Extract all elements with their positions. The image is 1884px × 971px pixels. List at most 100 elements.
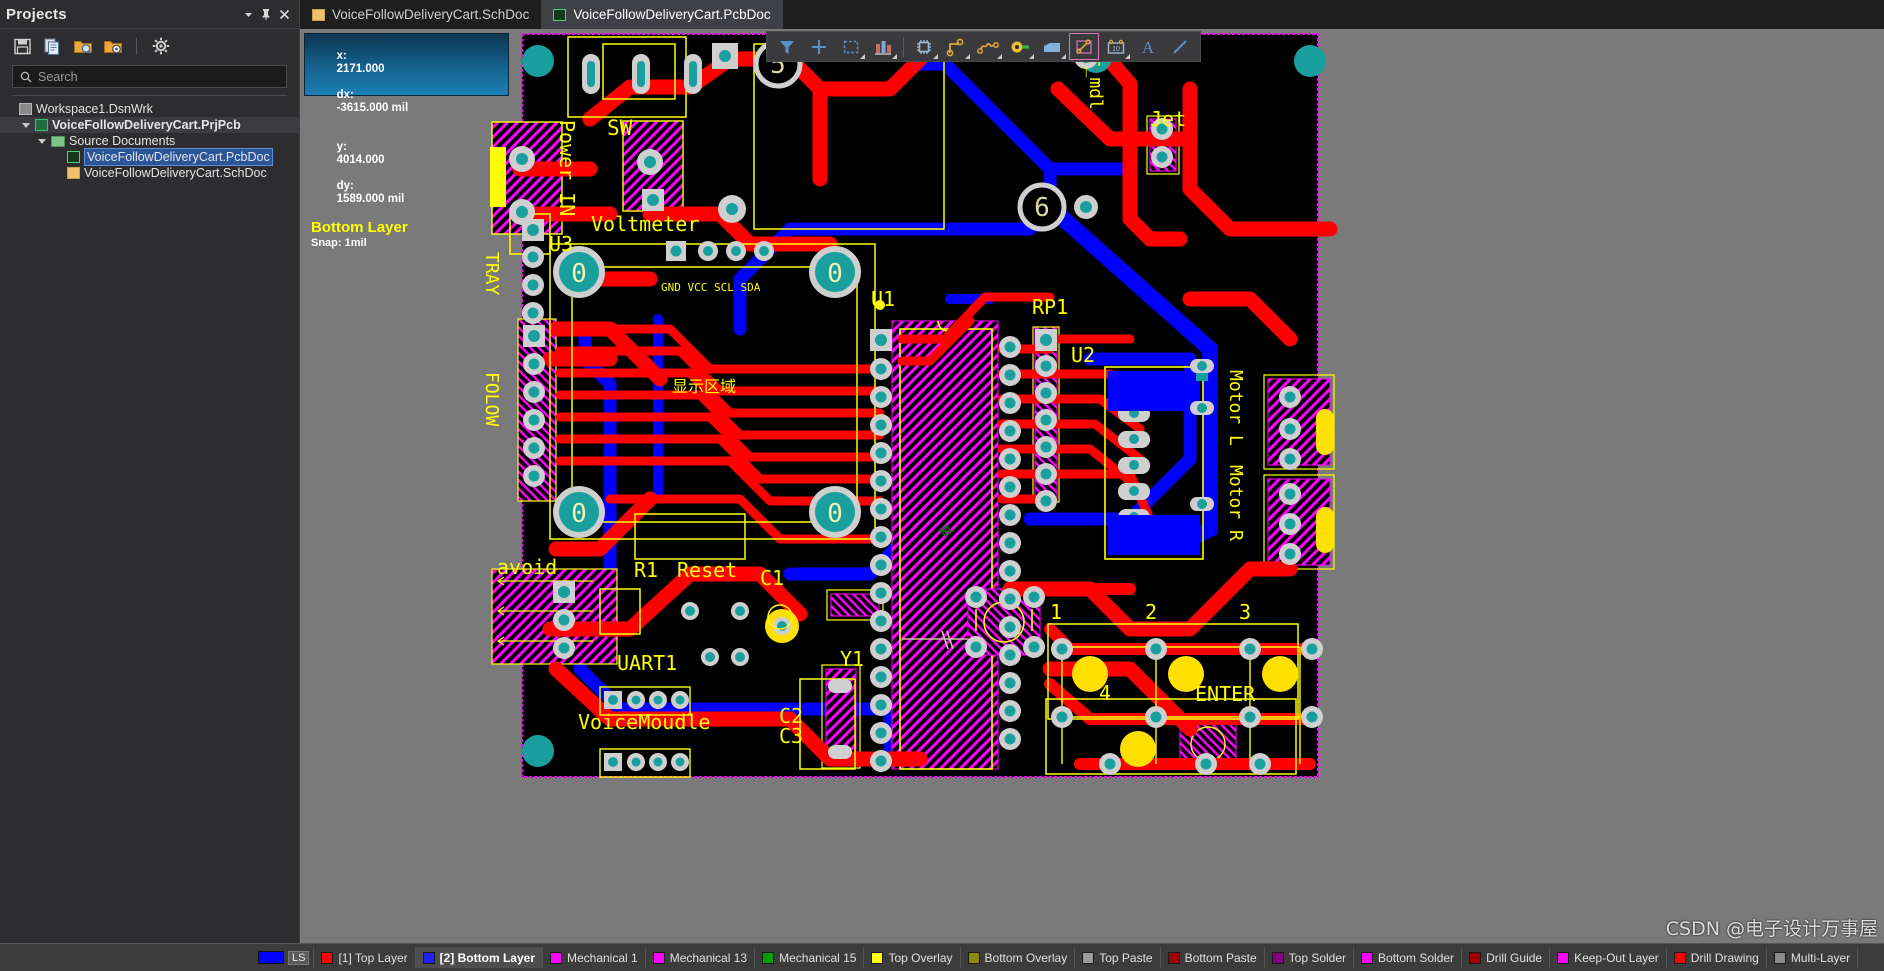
sch-icon [312,8,325,21]
layer-color-swatch [1557,951,1570,964]
coord-dx-value: -3615.000 mil [336,102,409,114]
tree-item-label: VoiceFollowDeliveryCart.PcbDoc [84,148,273,166]
coord-dy-value: 1589.000 mil [336,193,405,205]
layer-tab-0[interactable]: [1] Top Layer [314,947,416,968]
filter-icon[interactable] [772,33,802,60]
crosshair-place-icon[interactable] [804,33,834,60]
layer-tab-label: Keep-Out Layer [1574,950,1659,965]
layer-color-swatch [652,951,665,964]
layer-tab-label: Bottom Solder [1378,950,1455,965]
tab-schdoc[interactable]: VoiceFollowDeliveryCart.SchDoc [300,0,541,29]
layer-tab-1[interactable]: [2] Bottom Layer [415,947,543,968]
svg-text:A: A [1142,38,1155,57]
layer-set-color-swatch [258,951,284,964]
tab-label: VoiceFollowDeliveryCart.PcbDoc [573,7,771,22]
layer-tab-5[interactable]: Top Overlay [864,947,961,968]
layer-tab-12[interactable]: Keep-Out Layer [1550,947,1667,968]
chevron-down-icon[interactable] [239,5,257,23]
settings-gear-icon[interactable] [150,36,171,57]
copy-icon[interactable] [42,36,63,57]
layer-tab-6[interactable]: Bottom Overlay [961,947,1076,968]
close-icon[interactable] [275,5,293,23]
svg-text:0: 0 [571,499,587,529]
place-line-route-icon[interactable] [1069,33,1099,60]
layer-set-label: LS [288,950,310,965]
pcb-board-graphics[interactable]: 5 6 0 0 0 0 [490,29,1350,789]
layer-tab-2[interactable]: Mechanical 1 [543,947,646,968]
layer-tab-label: Drill Guide [1486,950,1543,965]
expander-icon[interactable] [22,121,31,130]
coord-dx-label: dx: [336,89,354,101]
open-project-icon[interactable] [72,36,93,57]
tree-item-project[interactable]: VoiceFollowDeliveryCart.PrjPcb [0,117,299,133]
search-box[interactable] [12,65,287,88]
layer-tab-11[interactable]: Drill Guide [1462,947,1551,968]
svg-text:10: 10 [1112,46,1120,53]
tree-item-schdoc[interactable]: VoiceFollowDeliveryCart.SchDoc [0,165,299,181]
layer-tab-8[interactable]: Bottom Paste [1161,947,1265,968]
folder-icon [51,135,65,147]
coord-y-value: 4014.000 [336,154,385,166]
svg-text:6: 6 [1034,193,1050,223]
pin-icon[interactable] [257,5,275,23]
coord-x-value: 2171.000 [336,63,385,75]
pcb-board[interactable]: 5 6 0 0 0 0 [490,29,1350,789]
layer-color-swatch [1469,951,1482,964]
layer-tab-label: Multi-Layer [1790,950,1851,965]
layer-tab-label: Mechanical 15 [779,950,857,965]
tree-item-label: VoiceFollowDeliveryCart.PrjPcb [52,118,241,132]
layer-color-swatch [1271,951,1284,964]
layer-tab-7[interactable]: Top Paste [1075,947,1161,968]
layer-tab-9[interactable]: Top Solder [1265,947,1355,968]
tree-item-pcbdoc[interactable]: VoiceFollowDeliveryCart.PcbDoc [0,148,299,166]
coord-x-label: x: [336,50,347,62]
place-line-icon[interactable] [1165,33,1195,60]
layer-tab-3[interactable]: Mechanical 13 [646,947,756,968]
align-objects-icon[interactable] [868,33,898,60]
place-string-icon[interactable]: A [1133,33,1163,60]
place-dimension-icon[interactable]: 10 [1101,33,1131,60]
sch-icon [67,167,80,179]
layer-tab-label: Bottom Overlay [984,950,1068,965]
project-icon [35,119,48,131]
tab-pcbdoc[interactable]: VoiceFollowDeliveryCart.PcbDoc [541,0,783,29]
coord-x-line: x: 2171.000 dx: -3615.000 mil [311,37,502,128]
layer-tab-14[interactable]: Multi-Layer [1767,947,1859,968]
selected-node-marker [875,300,885,310]
layer-color-swatch [1082,951,1095,964]
layer-set-selector[interactable]: LS [256,947,315,968]
projects-panel-toolbar [0,29,299,63]
differential-pair-routing-icon[interactable] [973,33,1003,60]
interactive-routing-icon[interactable] [941,33,971,60]
layer-tab-label: Mechanical 13 [669,950,748,965]
svg-text:0: 0 [827,499,843,529]
search-input[interactable] [38,69,279,84]
open-folder-icon[interactable] [102,36,123,57]
coord-y-label: y: [336,141,347,153]
place-component-icon[interactable] [909,33,939,60]
expander-icon[interactable] [38,137,47,146]
tree-item-workspace[interactable]: Workspace1.DsnWrk [0,101,299,117]
layer-tab-4[interactable]: Mechanical 15 [755,947,865,968]
layer-color-swatch [549,951,562,964]
layer-color-swatch [762,951,775,964]
layer-tabs-bar: LS [1] Top Layer [2] Bottom Layer Mechanic… [0,943,1884,971]
place-pad-icon[interactable] [1005,33,1035,60]
pcb-canvas[interactable]: 5 6 0 0 0 0 SW Power IN Voltmeter U3 TRA… [300,29,1884,943]
tree-item-label: Workspace1.DsnWrk [36,102,153,116]
document-tabbar: VoiceFollowDeliveryCart.SchDoc VoiceFoll… [300,0,1884,29]
place-polygon-icon[interactable] [1037,33,1067,60]
projects-panel: Projects Search Workspace1.DsnWrk VoiceF… [0,0,300,943]
layer-tab-10[interactable]: Bottom Solder [1354,947,1463,968]
tree-item-label: VoiceFollowDeliveryCart.SchDoc [84,166,267,180]
layer-tab-label: Top Overlay [888,950,953,965]
save-icon[interactable] [12,36,33,57]
layer-tab-13[interactable]: Drill Drawing [1667,947,1767,968]
pcb-icon [67,151,80,163]
layer-color-swatch [321,951,334,964]
select-area-icon[interactable] [836,33,866,60]
toolbar-divider [903,36,904,57]
layer-color-swatch [967,951,980,964]
layer-color-swatch [871,951,884,964]
tree-item-source-documents[interactable]: Source Documents [0,133,299,149]
